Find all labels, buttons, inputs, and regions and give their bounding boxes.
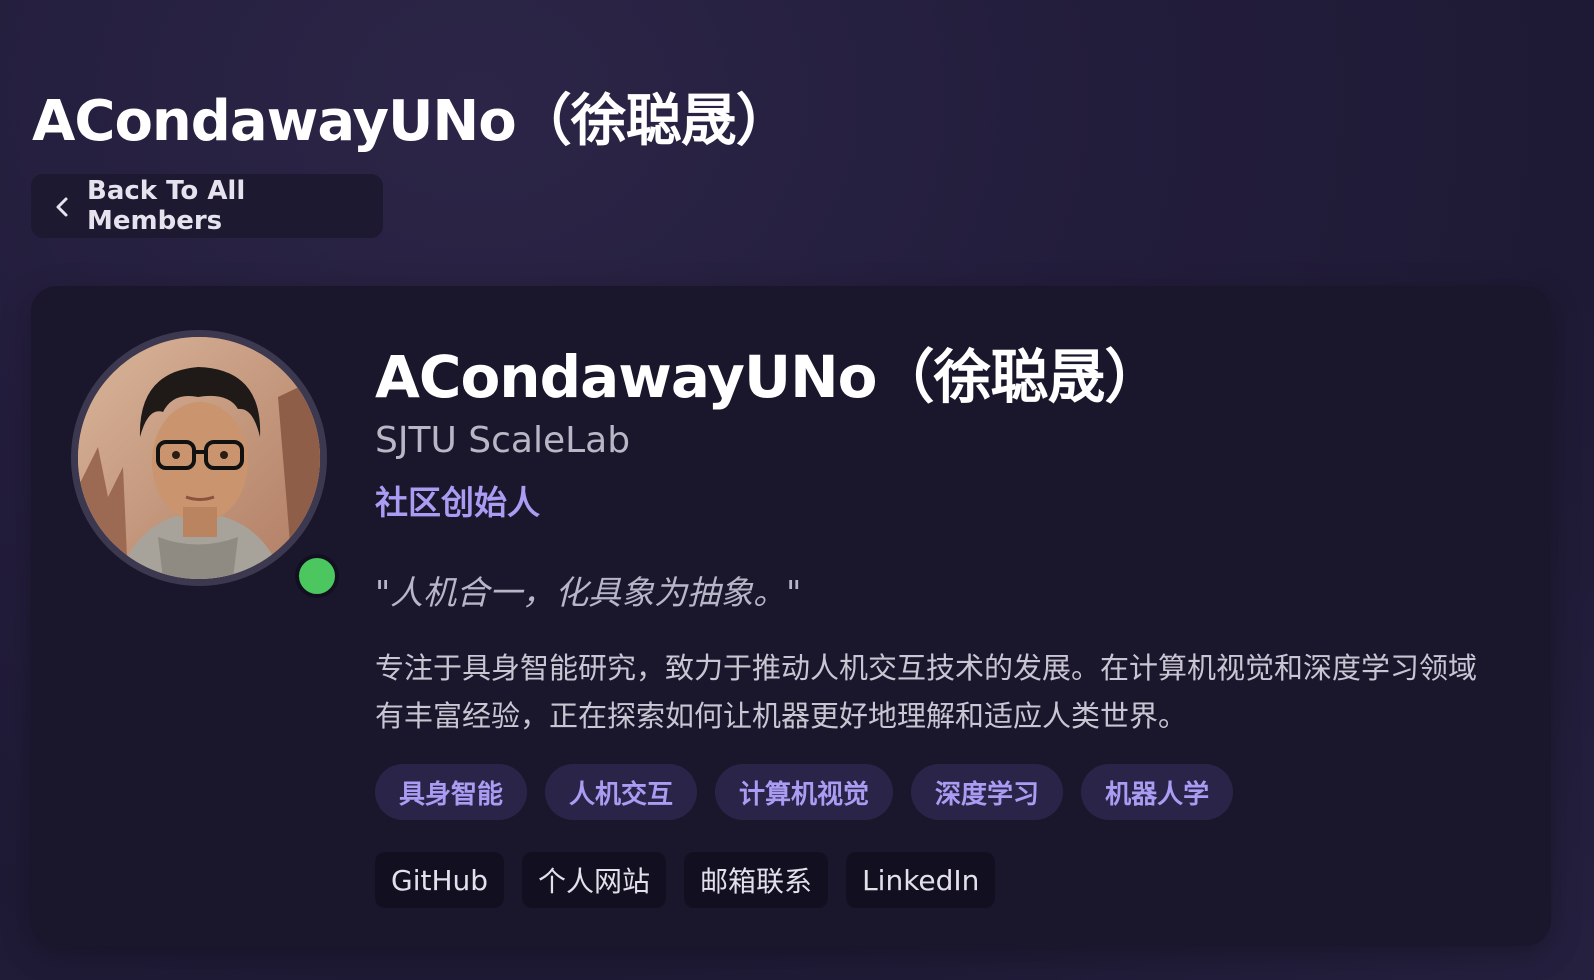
linkedin-link[interactable]: LinkedIn: [846, 852, 996, 908]
tag: 深度学习: [911, 764, 1064, 820]
chevron-left-icon: [53, 195, 71, 217]
online-status-indicator: [295, 554, 339, 598]
avatar: [71, 330, 327, 586]
member-organization: SJTU ScaleLab: [375, 420, 631, 461]
github-link[interactable]: GitHub: [375, 852, 505, 908]
member-name: ACondawayUNo（徐聪晟）: [375, 343, 1162, 411]
back-button-label: Back To All Members: [87, 176, 246, 236]
tag: 计算机视觉: [715, 764, 894, 820]
research-tags: 具身智能 人机交互 计算机视觉 深度学习 机器人学: [375, 764, 1234, 820]
member-role: 社区创始人: [375, 483, 540, 522]
page-title: ACondawayUNo（徐聪晟）: [32, 88, 792, 154]
back-to-members-button[interactable]: Back To All Members: [31, 174, 383, 238]
contact-links: GitHub 个人网站 邮箱联系 LinkedIn: [375, 852, 996, 908]
member-quote: "人机合一，化具象为抽象。": [375, 573, 802, 612]
tag: 人机交互: [545, 764, 698, 820]
tag: 机器人学: [1081, 764, 1234, 820]
tag: 具身智能: [375, 764, 528, 820]
personal-website-link[interactable]: 个人网站: [522, 852, 667, 908]
member-profile-card: ACondawayUNo（徐聪晟） SJTU ScaleLab 社区创始人 "人…: [31, 286, 1551, 946]
email-contact-link[interactable]: 邮箱联系: [684, 852, 829, 908]
member-bio: 专注于具身智能研究，致力于推动人机交互技术的发展。在计算机视觉和深度学习领域有丰…: [375, 651, 1478, 733]
